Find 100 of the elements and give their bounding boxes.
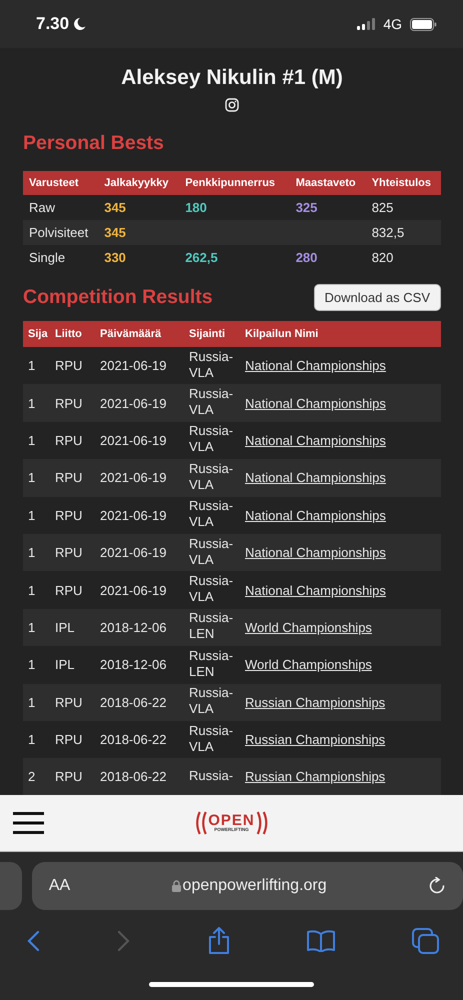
- table-cell: 2021-06-19: [100, 432, 166, 448]
- lock-icon: [172, 880, 181, 892]
- back-icon[interactable]: [26, 930, 40, 952]
- column-header: Kilpailun Nimi: [240, 321, 441, 347]
- meet-link[interactable]: Russian Championships: [245, 694, 386, 710]
- meet-link[interactable]: National Championships: [245, 470, 386, 486]
- athlete-name: Aleksey Nikulin #1 (M): [120, 66, 344, 90]
- table-cell: Russia-VLA: [189, 685, 234, 716]
- section-heading: Personal Bests: [23, 132, 165, 155]
- table-cell: Russia-: [189, 768, 234, 783]
- table-cell: 345: [104, 200, 126, 215]
- table-cell: RPU: [55, 582, 82, 598]
- table-cell: Russia-VLA: [189, 536, 234, 567]
- table-cell: 2018-12-06: [100, 620, 166, 635]
- table-cell: RPU: [55, 396, 82, 411]
- meet-link[interactable]: Russian Championships: [245, 769, 386, 784]
- table-cell: RPU: [55, 732, 82, 748]
- table-cell: RPU: [55, 432, 82, 448]
- table-cell: RPU: [55, 694, 82, 710]
- table-cell: 820: [372, 250, 394, 265]
- table-cell: RPU: [55, 545, 82, 560]
- table-cell: 325: [296, 200, 318, 215]
- table-cell: 2021-06-19: [100, 470, 166, 486]
- column-header: Yhteistulos: [366, 171, 441, 195]
- status-time: 7.30: [36, 14, 70, 34]
- table-cell: 1: [28, 545, 36, 560]
- table-cell: RPU: [55, 470, 82, 486]
- table-cell: 2021-06-19: [100, 396, 166, 411]
- table-cell: RPU: [55, 358, 82, 374]
- table-cell: 832,5: [372, 225, 404, 240]
- meet-link[interactable]: National Championships: [245, 396, 386, 411]
- bookmarks-icon[interactable]: [307, 930, 335, 952]
- table-cell: Polvisiteet: [29, 225, 88, 240]
- table-cell: RPU: [55, 508, 82, 523]
- column-header: Sija: [23, 321, 50, 347]
- table-cell: Russia-LEN: [189, 648, 234, 679]
- column-header: Liitto: [50, 321, 95, 347]
- column-header: Maastaveto: [290, 171, 366, 195]
- column-header: Sijainti: [184, 321, 240, 347]
- table-cell: 2021-06-19: [100, 582, 166, 598]
- table-cell: Russia-VLA: [189, 386, 234, 418]
- meet-link[interactable]: National Championships: [245, 432, 386, 448]
- table-cell: 2: [28, 769, 36, 784]
- table-cell: 2018-06-22: [100, 732, 166, 748]
- meet-link[interactable]: Russian Championships: [245, 732, 386, 748]
- table-cell: 1: [28, 358, 36, 374]
- meet-link[interactable]: National Championships: [245, 582, 386, 598]
- reload-icon[interactable]: [428, 877, 446, 895]
- meet-link[interactable]: National Championships: [245, 508, 386, 523]
- tabs-icon[interactable]: [412, 928, 439, 954]
- table-cell: Russia-VLA: [189, 348, 234, 380]
- table-cell: 1: [28, 396, 36, 411]
- battery-icon: [410, 18, 437, 30]
- table-cell: RPU: [55, 769, 82, 784]
- table-cell: 2021-06-19: [100, 358, 166, 374]
- table-cell: Russia-VLA: [189, 423, 234, 454]
- menu-icon[interactable]: [13, 812, 44, 834]
- table-cell: IPL: [55, 620, 75, 635]
- address-bar[interactable]: AA openpowerlifting.org: [32, 862, 463, 910]
- moon-icon: [73, 17, 86, 31]
- table-cell: 1: [28, 620, 36, 635]
- column-header: Penkkipunnerrus: [179, 171, 290, 195]
- section-heading: Competition Results: [23, 286, 213, 309]
- table-cell: 2018-06-22: [100, 769, 166, 784]
- table-cell: Russia-LEN: [189, 610, 234, 642]
- table-cell: 825: [372, 200, 394, 215]
- table-cell: Russia-VLA: [189, 722, 234, 754]
- table-cell: Russia-VLA: [189, 498, 234, 530]
- meet-link[interactable]: National Championships: [245, 358, 386, 374]
- instagram-icon[interactable]: [225, 98, 239, 112]
- meet-link[interactable]: World Championships: [245, 657, 372, 672]
- download-button[interactable]: Download as CSV: [314, 284, 441, 311]
- table-cell: IPL: [55, 657, 75, 672]
- table-cell: 2021-06-19: [100, 508, 166, 523]
- table-cell: 345: [104, 225, 126, 240]
- meet-link[interactable]: World Championships: [245, 620, 372, 635]
- forward-icon[interactable]: [117, 930, 131, 952]
- table-cell: 2018-06-22: [100, 694, 166, 710]
- table-cell: 330: [104, 250, 126, 265]
- table-cell: Raw: [29, 200, 56, 215]
- table-cell: 1: [28, 582, 36, 598]
- table-cell: 1: [28, 657, 36, 672]
- column-header: Jalkakyykky: [98, 171, 180, 195]
- column-header: Päivämäärä: [95, 321, 184, 347]
- table-cell: 280: [296, 250, 318, 265]
- share-icon[interactable]: [208, 927, 230, 955]
- table-cell: Russia-VLA: [189, 460, 234, 492]
- table-cell: 2018-12-06: [100, 657, 166, 672]
- table-cell: Russia-VLA: [189, 573, 234, 604]
- table-cell: 180: [185, 200, 207, 215]
- meet-link[interactable]: National Championships: [245, 545, 386, 560]
- table-cell: 1: [28, 694, 36, 710]
- table-cell: 1: [28, 508, 36, 523]
- network-label: 4G: [383, 16, 402, 32]
- table-cell: 1: [28, 432, 36, 448]
- table-cell: 262,5: [185, 250, 218, 265]
- table-cell: 1: [28, 470, 36, 486]
- signal-icon: [357, 18, 376, 30]
- table-cell: 1: [28, 732, 36, 748]
- table-cell: Single: [29, 250, 66, 265]
